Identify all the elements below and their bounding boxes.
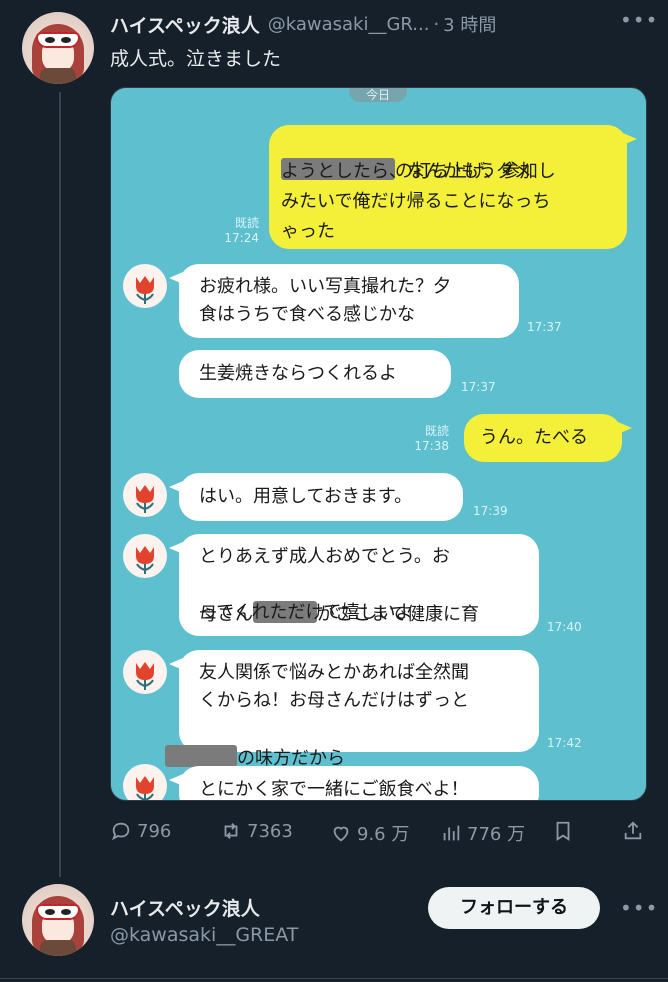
more-icon[interactable]: ••• bbox=[620, 8, 658, 32]
chat-text: とりあえず成人おめでとう。お bbox=[199, 546, 450, 567]
message-time: 17:39 bbox=[473, 504, 508, 518]
share-icon bbox=[624, 821, 642, 840]
read-receipt: 既読 bbox=[424, 424, 449, 438]
author-card-handle[interactable]: @kawasaki__GREAT bbox=[110, 924, 298, 946]
separator: · bbox=[433, 13, 440, 35]
chat-bubble-incoming: とにかく家で一緒にご飯食べよ！ bbox=[169, 766, 539, 800]
chat-bubble-incoming: 友人関係で悩みとかあれば全然聞 くからね！お母さんだけはずっと の味方だから bbox=[165, 650, 539, 769]
chat-text: お疲れ様。いい写真撮れた？夕 bbox=[199, 276, 451, 297]
tweet-action-bar: 796 7363 9.6 万 776 万 bbox=[110, 816, 647, 848]
retweet-icon bbox=[224, 823, 238, 839]
tulip-avatar-icon[interactable] bbox=[123, 534, 167, 578]
views-icon bbox=[443, 825, 460, 841]
bookmark-button[interactable] bbox=[552, 820, 574, 842]
reply-icon bbox=[111, 822, 130, 841]
reply-count: 796 bbox=[137, 820, 172, 842]
views-count: 776 万 bbox=[467, 824, 526, 845]
reply-button[interactable]: 796 bbox=[110, 820, 171, 842]
chat-text: ようとしたら、なんかもうダメ bbox=[281, 161, 532, 182]
thread-line bbox=[59, 92, 61, 877]
user-handle[interactable]: @kawasaki__GR... bbox=[268, 14, 430, 35]
follow-button[interactable]: フォローする bbox=[428, 887, 600, 929]
author-card-name[interactable]: ハイスペック浪人 bbox=[110, 894, 260, 921]
like-button[interactable]: 9.6 万 bbox=[330, 820, 409, 846]
chat-text: ってくれただけで嬉しいよ bbox=[199, 602, 414, 623]
tulip-avatar-icon[interactable] bbox=[123, 264, 167, 308]
chat-text: ゃった bbox=[281, 221, 335, 242]
views-button[interactable]: 776 万 bbox=[440, 820, 525, 846]
chat-bubble-incoming: とりあえず成人おめでとう。お 母さん がここまで健康に育 ってくれただけで嬉しいよ bbox=[169, 534, 539, 636]
chat-text: とにかく家で一緒にご飯食べよ！ bbox=[199, 779, 469, 800]
chat-text: 友人関係で悩みとかあれば全然聞 bbox=[199, 662, 469, 683]
chat-text: くからね！お母さんだけはずっと bbox=[199, 690, 469, 711]
chat-bubble-outgoing: の打ち上げ、参加し ようとしたら、なんかもうダメ みたいで俺だけ帰ることになっち… bbox=[269, 125, 637, 249]
message-time: 17:24 bbox=[224, 231, 259, 245]
timestamp[interactable]: 3 時間 bbox=[443, 11, 496, 37]
chat-text: うん。たべる bbox=[480, 427, 588, 448]
author-card-avatar[interactable] bbox=[22, 884, 94, 956]
author-avatar[interactable] bbox=[22, 12, 94, 84]
chat-text: 生姜焼きならつくれるよ bbox=[199, 363, 397, 384]
tulip-avatar-icon[interactable] bbox=[123, 764, 167, 800]
retweet-button[interactable]: 7363 bbox=[220, 820, 293, 842]
share-button[interactable] bbox=[622, 820, 644, 842]
like-count: 9.6 万 bbox=[357, 824, 410, 845]
message-time: 17:37 bbox=[461, 380, 496, 394]
tulip-avatar-icon[interactable] bbox=[123, 473, 167, 517]
chat-text: みたいで俺だけ帰ることになっち bbox=[281, 191, 551, 212]
chat-bubble-incoming: はい。用意しておきます。 bbox=[169, 473, 463, 521]
bookmark-icon bbox=[556, 821, 570, 841]
chat-text: はい。用意しておきます。 bbox=[199, 486, 413, 507]
tulip-avatar-icon[interactable] bbox=[123, 650, 167, 694]
like-icon bbox=[333, 826, 349, 842]
retweet-count: 7363 bbox=[247, 820, 293, 842]
message-time: 17:40 bbox=[547, 620, 582, 634]
display-name[interactable]: ハイスペック浪人 bbox=[110, 11, 260, 38]
chat-bubble-incoming: お疲れ様。いい写真撮れた？夕 食はうちで食べる感じかな bbox=[169, 264, 519, 338]
more-icon[interactable]: ••• bbox=[620, 896, 658, 920]
redacted-block bbox=[165, 745, 237, 767]
divider bbox=[0, 978, 668, 979]
message-time: 17:37 bbox=[527, 320, 562, 334]
tweet-header: ハイスペック浪人 @kawasaki__GR... · 3 時間 bbox=[110, 8, 496, 40]
tweet-media-image[interactable]: 今日 の打ち上げ、参加し ようとしたら、なんかもうダメ みたいで俺だけ帰ることに… bbox=[110, 87, 647, 801]
read-receipt: 既読 bbox=[234, 216, 259, 230]
tweet-text: 成人式。泣きました bbox=[110, 48, 282, 70]
chat-date-label: 今日 bbox=[349, 88, 407, 102]
message-time: 17:38 bbox=[414, 439, 449, 453]
chat-bubble-outgoing: うん。たべる bbox=[464, 414, 632, 462]
message-time: 17:42 bbox=[547, 736, 582, 750]
chat-bubble-incoming: 生姜焼きならつくれるよ bbox=[179, 350, 451, 398]
chat-text: 食はうちで食べる感じかな bbox=[199, 304, 415, 325]
